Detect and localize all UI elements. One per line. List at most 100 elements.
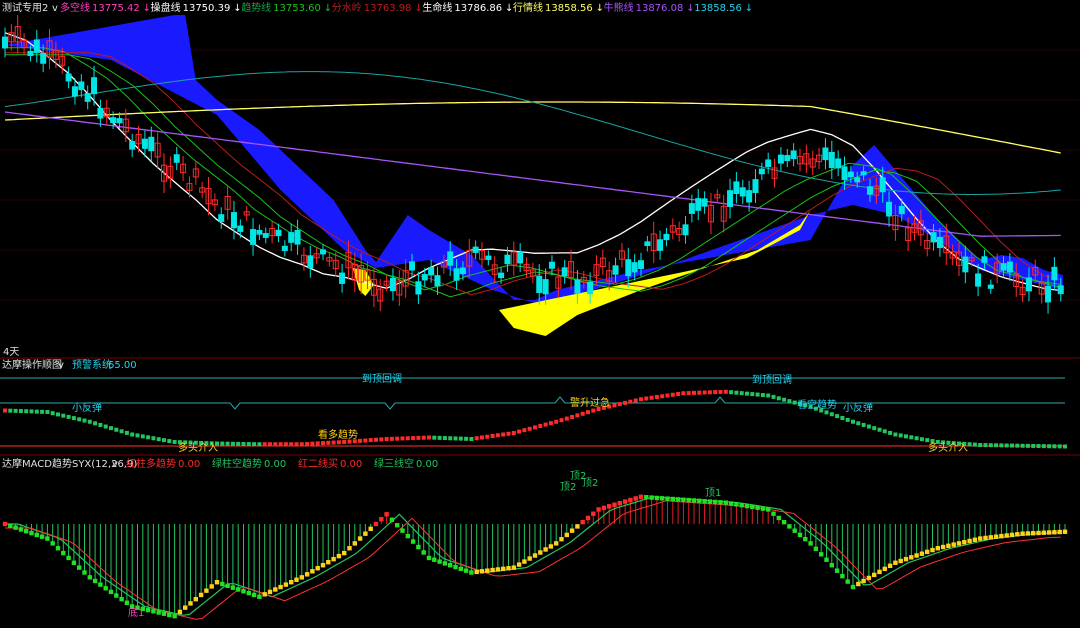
operation-dot — [66, 414, 71, 419]
operation-dot — [135, 433, 140, 438]
candle-body — [320, 249, 326, 255]
macd-dot — [55, 546, 61, 551]
operation-dot — [681, 391, 686, 396]
operation-dot — [586, 410, 590, 415]
operation-dot — [893, 432, 898, 437]
macd-dot — [1009, 532, 1015, 538]
legend-name: 牛熊线 — [604, 1, 634, 14]
macd-dot — [198, 592, 204, 598]
dropdown-arrow-icon[interactable]: v — [58, 360, 64, 371]
candle-body — [688, 203, 695, 214]
macd-legend-name: 红柱多趋势 — [126, 457, 176, 470]
operation-dot — [506, 431, 511, 436]
operation-dot — [654, 395, 659, 399]
macd-dot — [432, 557, 437, 562]
operation-dot — [82, 418, 87, 423]
candle-body — [389, 277, 396, 292]
legend-value: 13858.56 — [694, 3, 742, 14]
stock-chart: 测试专用2 v 多空线 13775.42 ↓ 操盘线 13750.39 ↓ 趋势线 13753… — [0, 0, 1080, 628]
macd-dot — [241, 589, 246, 594]
candle-body — [1057, 285, 1064, 295]
operation-dot — [972, 442, 977, 447]
candle-body — [638, 260, 644, 270]
operation-dot — [262, 442, 267, 447]
operation-dot — [1010, 443, 1014, 448]
candle-body — [428, 266, 435, 276]
candle-body — [987, 284, 994, 289]
macd-dot — [230, 585, 236, 590]
candle-body — [739, 187, 746, 197]
candle-body — [173, 154, 180, 163]
candle-body — [866, 186, 873, 195]
macd-dot — [766, 507, 771, 512]
macd-dot — [644, 495, 649, 500]
macd-dot — [543, 547, 548, 552]
legend-value: 13858.56 — [545, 3, 593, 14]
macd-dot — [797, 532, 803, 538]
candle-body — [65, 73, 72, 82]
macd-dot — [787, 524, 792, 529]
operation-dot — [718, 389, 723, 394]
dropdown-arrow-icon[interactable]: v — [112, 459, 118, 470]
macd-dot — [670, 496, 675, 502]
indicator-selector[interactable]: 测试专用2 — [2, 1, 48, 14]
macd-dot — [1052, 530, 1057, 535]
candle-body — [644, 241, 651, 247]
macd-dot — [633, 496, 638, 501]
operation-dot — [495, 433, 500, 438]
macd-dot — [267, 589, 273, 595]
macd-dot — [352, 541, 357, 546]
macd-dot — [612, 502, 617, 507]
candle-body — [339, 272, 346, 284]
signal-label: 多头介入 — [928, 441, 968, 454]
operation-dot — [77, 417, 82, 422]
macd-dot — [559, 536, 564, 542]
macd-dot — [877, 569, 882, 575]
operation-dot — [490, 434, 495, 438]
operation-dot — [707, 390, 712, 395]
operation-dot — [416, 435, 421, 440]
macd-dot — [978, 536, 983, 541]
operation-dot — [24, 409, 29, 414]
candle-body — [847, 171, 854, 178]
operation-dot — [925, 438, 930, 443]
macd-dot — [501, 566, 506, 572]
operation-dot — [723, 389, 728, 394]
macd-dot — [1004, 533, 1009, 538]
operation-dot — [861, 422, 866, 427]
operation-dot — [384, 437, 389, 441]
candle-body — [1025, 277, 1032, 292]
macd-dot — [628, 497, 633, 503]
operation-dot — [368, 438, 373, 443]
operation-dot — [1047, 444, 1052, 449]
macd-dot — [389, 517, 395, 522]
macd-dot — [946, 543, 951, 549]
macd-dot — [299, 575, 304, 580]
candle-body — [1045, 285, 1052, 303]
operation-dot — [909, 435, 914, 440]
operation-dot — [220, 441, 225, 446]
dropdown-arrow-icon[interactable]: v — [52, 3, 58, 14]
operation-dot — [548, 421, 553, 426]
macd-dot — [702, 499, 707, 504]
legend-name: 操盘线 — [151, 1, 181, 14]
operation-dot — [856, 421, 861, 426]
macd-dot — [999, 533, 1004, 539]
operation-dot — [3, 408, 7, 413]
candle-body — [1051, 266, 1058, 281]
macd-dot — [167, 612, 172, 618]
candle-body — [288, 232, 295, 243]
macd-dot — [246, 590, 251, 596]
candle-body — [262, 233, 269, 238]
candle-body — [682, 224, 689, 236]
signal-label: 小反弹 — [843, 401, 873, 414]
legend-value: 13753.60 — [273, 3, 321, 14]
operation-dot — [882, 429, 887, 434]
macd-dot — [183, 605, 188, 610]
operation-dot — [474, 436, 479, 441]
operation-dot — [686, 391, 691, 396]
operation-dot — [405, 436, 410, 441]
panel2-title[interactable]: 达摩操作顺图 — [2, 358, 62, 371]
candle-body — [498, 272, 505, 279]
operation-dot — [511, 431, 516, 435]
